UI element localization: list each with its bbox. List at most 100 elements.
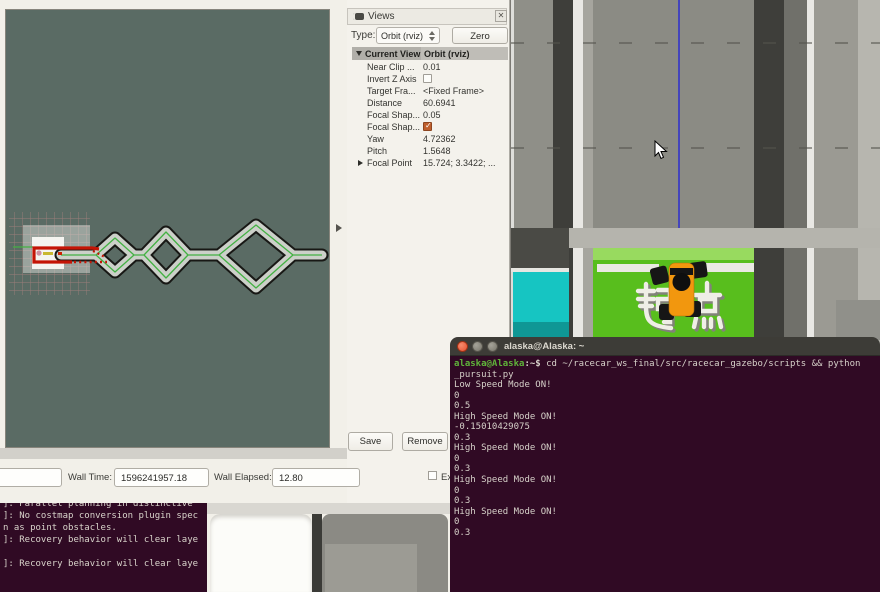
chevron-down-icon[interactable] [356, 51, 362, 56]
command-text: cd ~/racecar_ws_final/src/racecar_gazebo… [540, 359, 861, 369]
dark-wall-block [511, 228, 569, 272]
roslog-terminal[interactable]: ]: Parallel planning in distinctive ]: No… [0, 503, 207, 592]
terminal-line: -0.15010429075 [454, 422, 530, 433]
property-value[interactable]: 0.05 [423, 110, 441, 120]
log-line: ]: No costmap conversion plugin spec [3, 511, 199, 521]
views-panel-icon [353, 13, 364, 20]
terminal-line: Low Speed Mode ON! [454, 380, 552, 391]
property-label: Pitch [367, 146, 388, 156]
log-line: ]: Recovery behavior will clear laye [3, 559, 199, 569]
chevron-right-icon[interactable] [358, 160, 363, 166]
terminal-line: 0 [454, 517, 460, 528]
terminal-titlebar[interactable]: alaska@Alaska: ~ [450, 337, 880, 356]
rviz-3d-viewport[interactable] [5, 9, 330, 448]
terminal-line: _pursuit.py [454, 369, 514, 380]
status-strip [0, 448, 347, 459]
ros-time-field[interactable] [0, 468, 62, 487]
terminal-line: 0.3 [454, 464, 471, 475]
save-button[interactable]: Save [348, 432, 393, 451]
track-map [9, 212, 329, 295]
property-row-focal-shape-fixed[interactable]: Focal Shap... [352, 121, 508, 133]
terminal-line: High Speed Mode ON! [454, 475, 557, 486]
property-row-focal-shape-size[interactable]: Focal Shap... 0.05 [352, 109, 508, 121]
close-icon[interactable] [457, 341, 468, 352]
property-label: Target Fra... [367, 86, 416, 96]
property-row-target-frame[interactable]: Target Fra... <Fixed Frame> [352, 85, 508, 97]
property-value[interactable]: 1.5648 [423, 146, 451, 156]
window-divider [312, 514, 322, 592]
mouse-cursor [654, 140, 668, 160]
zero-button[interactable]: Zero [452, 27, 508, 44]
wall-elapsed-field[interactable]: 12.80 [272, 468, 360, 487]
invert-z-checkbox[interactable] [423, 74, 432, 83]
focal-shape-checkbox[interactable] [423, 121, 432, 131]
combobox-spinner-icon[interactable] [429, 31, 436, 41]
road-dash-line [511, 147, 880, 149]
type-label: Type: [351, 30, 376, 41]
robot-marker [36, 250, 42, 256]
remove-button[interactable]: Remove [402, 432, 448, 451]
property-row-invert-z[interactable]: Invert Z Axis [352, 73, 508, 85]
wall-time-field[interactable]: 1596241957.18 [114, 468, 209, 487]
terminal-line: 0.3 [454, 527, 471, 538]
gray-box [836, 300, 880, 340]
property-row-distance[interactable]: Distance 60.6941 [352, 97, 508, 109]
property-row-near-clip[interactable]: Near Clip ... 0.01 [352, 61, 508, 73]
terminal-line: High Speed Mode ON! [454, 506, 557, 517]
wall-time-label: Wall Time: [68, 472, 112, 483]
background-window-white[interactable] [210, 514, 312, 592]
property-value[interactable]: 4.72362 [423, 134, 456, 144]
prompt-user: alaska@Alaska [454, 359, 525, 369]
waypoint-line [678, 0, 680, 266]
property-label: Distance [367, 98, 403, 108]
terminal-line: 0 [454, 485, 460, 496]
terminal-line: 0 [454, 390, 460, 401]
terminal-line: High Speed Mode ON! [454, 411, 557, 422]
close-icon[interactable]: ✕ [495, 10, 507, 22]
window-inner-panel [325, 544, 417, 592]
wheel-front-left [649, 265, 670, 286]
desktop: { "views_panel": { "title": "Views", "ty… [0, 0, 880, 592]
property-row-focal-point[interactable]: Focal Point 15.724; 3.3422; ... [352, 157, 508, 169]
views-panel-title: Views [368, 11, 395, 22]
log-line: n as point obstacles. [3, 523, 117, 533]
terminal-line: 0.3 [454, 496, 471, 507]
road-dash-line [511, 42, 880, 44]
property-row-yaw[interactable]: Yaw 4.72362 [352, 133, 508, 145]
log-line: ]: Recovery behavior will clear laye [3, 535, 199, 545]
experimental-checkbox[interactable] [428, 471, 437, 480]
terminal-prompt-line: alaska@Alaska:~$ cd ~/racecar_ws_final/s… [454, 359, 880, 370]
property-value[interactable]: <Fixed Frame> [423, 86, 484, 96]
property-label: Focal Shap... [367, 110, 421, 120]
terminal-output: _pursuit.py Low Speed Mode ON! 0 0.5 High Sp… [454, 370, 880, 539]
terminal-title: alaska@Alaska: ~ [504, 341, 585, 352]
robot-trail [43, 252, 53, 255]
wall-top-band [569, 228, 880, 248]
current-view-name: Current View [365, 49, 421, 59]
property-label: Near Clip ... [367, 62, 415, 72]
minimize-icon[interactable] [472, 341, 483, 352]
terminal-line: 0.3 [454, 432, 471, 443]
terminal-line: High Speed Mode ON! [454, 443, 557, 454]
maximize-icon[interactable] [487, 341, 498, 352]
property-value[interactable]: 0.01 [423, 62, 441, 72]
terminal-line: 0 [454, 453, 460, 464]
splitter-arrow-icon[interactable] [336, 224, 342, 232]
property-value[interactable]: 15.724; 3.3422; ... [423, 158, 496, 168]
wall-elapsed-label: Wall Elapsed: [214, 472, 272, 483]
property-row-pitch[interactable]: Pitch 1.5648 [352, 145, 508, 157]
window-top-band [207, 503, 450, 514]
log-line: ]: Parallel planning in distinctive [3, 503, 193, 509]
terminal-body[interactable]: alaska@Alaska:~$ cd ~/racecar_ws_final/s… [450, 356, 880, 592]
current-view-value: Orbit (rviz) [424, 49, 470, 59]
cyan-block [513, 272, 569, 322]
roslog-lines: ]: Parallel planning in distinctive ]: No… [3, 503, 204, 570]
prompt-path: :~$ [524, 359, 541, 369]
property-label: Focal Point [367, 158, 413, 168]
goal-marker [58, 252, 62, 255]
terminal-window[interactable]: alaska@Alaska: ~ alaska@Alaska:~$ cd ~/r… [450, 337, 880, 592]
property-label: Focal Shap... [367, 122, 421, 132]
background-window-gray[interactable] [322, 514, 448, 592]
property-value[interactable]: 60.6941 [423, 98, 456, 108]
